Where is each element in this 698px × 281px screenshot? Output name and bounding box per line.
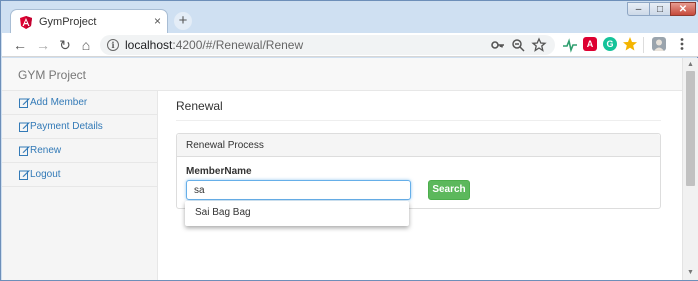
edit-icon [19,170,30,180]
app-navbar: GYM Project [2,58,682,91]
home-icon[interactable]: ⌂ [77,36,95,54]
angular-extension-icon[interactable]: A [583,37,597,51]
url-text[interactable]: localhost:4200/#/Renewal/Renew [125,38,303,52]
toolbar-divider [643,37,644,53]
main-content: Renewal Renewal Process MemberName Searc… [159,91,682,280]
angular-icon [20,16,32,29]
edit-icon [19,146,30,156]
renewal-panel: Renewal Process MemberName Search [176,133,661,209]
profile-avatar-icon[interactable] [651,36,667,52]
tab-title: GymProject [39,16,97,28]
grammarly-extension-icon[interactable]: G [603,37,617,51]
sidebar-item-payment-details[interactable]: Payment Details [2,115,158,139]
member-name-input[interactable] [186,180,411,200]
url-path: :4200/#/Renewal/Renew [172,38,304,52]
minimize-button[interactable]: – [627,2,649,16]
back-icon[interactable]: ← [11,36,29,54]
menu-kebab-icon[interactable] [674,36,690,52]
page-title: Renewal [176,99,223,113]
sidebar: Add Member Payment Details Renew Logout [2,91,158,280]
browser-window: GymProject × + – □ ✕ ← → ↻ ⌂ i localhost… [0,0,698,281]
autocomplete-option[interactable]: Sai Bag Bag [185,201,409,226]
divider [176,120,661,121]
browser-toolbar: ← → ↻ ⌂ i localhost:4200/#/Renewal/Renew… [2,33,698,57]
autocomplete-option-label: Sai Bag Bag [195,207,251,218]
edit-icon [19,98,30,108]
scroll-up-arrow-icon[interactable]: ▲ [683,58,698,71]
forward-icon[interactable]: → [34,36,52,54]
maximize-button[interactable]: □ [649,2,670,16]
sidebar-item-logout[interactable]: Logout [2,163,158,187]
pulse-extension-icon[interactable] [562,37,578,53]
zoom-icon[interactable] [510,37,526,53]
key-icon[interactable] [490,37,506,53]
panel-title: Renewal Process [186,140,264,151]
autocomplete-dropdown: Sai Bag Bag [185,201,409,226]
star-extension-icon[interactable] [622,36,638,52]
close-window-button[interactable]: ✕ [670,2,696,16]
new-tab-button[interactable]: + [174,12,192,30]
address-bar[interactable]: i localhost:4200/#/Renewal/Renew [100,35,555,55]
page-viewport: GYM Project Add Member Payment Details R… [2,58,698,280]
info-icon[interactable]: i [107,39,119,51]
browser-tab[interactable]: GymProject × [10,9,168,34]
sidebar-item-renew[interactable]: Renew [2,139,158,163]
scroll-down-arrow-icon[interactable]: ▼ [683,266,698,279]
sidebar-item-label: Renew [30,145,62,156]
brand-link[interactable]: GYM Project [18,68,86,82]
sidebar-item-label: Payment Details [30,121,103,132]
url-host: localhost [125,38,173,52]
panel-heading: Renewal Process [177,134,660,157]
sidebar-item-add-member[interactable]: Add Member [2,91,158,115]
search-button[interactable]: Search [428,180,470,200]
sidebar-item-label: Logout [30,169,61,180]
member-name-label: MemberName [186,166,252,177]
tab-close-icon[interactable]: × [154,14,161,28]
scrollbar-thumb[interactable] [686,71,695,186]
bookmark-star-icon[interactable] [531,37,547,53]
tab-strip: GymProject × + – □ ✕ [2,2,698,34]
vertical-scrollbar[interactable]: ▲ ▼ [682,58,698,280]
reload-icon[interactable]: ↻ [56,36,74,54]
edit-icon [19,122,30,132]
sidebar-item-label: Add Member [30,97,88,108]
